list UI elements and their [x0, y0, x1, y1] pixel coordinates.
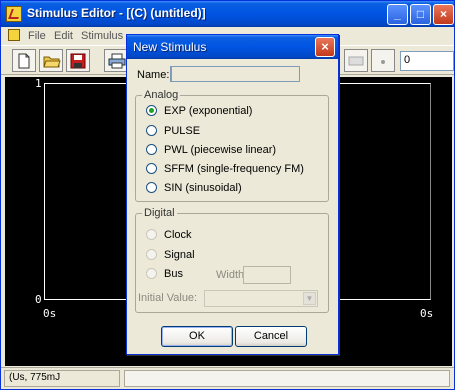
grid-icon[interactable] — [344, 49, 368, 72]
radio-icon — [146, 182, 157, 193]
dialog-title: New Stimulus — [133, 40, 207, 54]
name-input[interactable] — [170, 66, 300, 82]
chevron-down-icon[interactable]: ▼ — [303, 292, 316, 305]
y-axis-bottom-label: 0 — [35, 293, 42, 306]
digital-legend: Digital — [142, 207, 177, 219]
maximize-button[interactable]: □ — [410, 4, 431, 25]
menu-edit[interactable]: Edit — [54, 30, 73, 42]
new-stimulus-dialog: New Stimulus × Name: Analog EXP (exponen… — [126, 34, 339, 355]
width-input[interactable] — [243, 266, 291, 284]
document-icon[interactable] — [8, 29, 20, 41]
digital-group: Digital Clock Signal Bus Width: Initial … — [135, 207, 329, 313]
radio-pwl-label: PWL (piecewise linear) — [164, 144, 277, 156]
window-title: Stimulus Editor - [(C) (untitled)] — [27, 6, 206, 20]
radio-sin-label: SIN (sinusoidal) — [164, 182, 242, 194]
cancel-button[interactable]: Cancel — [235, 326, 307, 347]
analog-legend: Analog — [142, 89, 181, 101]
radio-icon — [146, 125, 157, 136]
radio-clock-label: Clock — [164, 229, 192, 241]
analog-group: Analog EXP (exponential) PULSE PWL (piec… — [135, 89, 329, 202]
initial-value-select[interactable]: ▼ — [204, 290, 318, 307]
print-icon[interactable] — [104, 49, 128, 72]
minimize-button[interactable]: _ — [387, 4, 408, 25]
dot-icon[interactable] — [371, 49, 395, 72]
close-button[interactable]: × — [433, 4, 454, 25]
ok-button[interactable]: OK — [161, 326, 233, 347]
horizontal-scrollbar[interactable] — [124, 370, 450, 387]
window-titlebar[interactable]: Stimulus Editor - [(C) (untitled)] _ □ × — [1, 1, 454, 27]
radio-exp-label: EXP (exponential) — [164, 105, 253, 117]
dialog-close-button[interactable]: × — [315, 37, 335, 57]
radio-icon — [146, 163, 157, 174]
radio-checked-icon — [146, 105, 157, 116]
zoom-field[interactable]: 0 — [400, 51, 454, 71]
menu-stimulus[interactable]: Stimulus — [81, 30, 123, 42]
radio-icon — [146, 229, 157, 240]
status-bar: (Us, 775mJ — [1, 367, 454, 389]
save-disk-icon[interactable] — [66, 49, 90, 72]
menu-file[interactable]: File — [28, 30, 46, 42]
radio-icon — [146, 268, 157, 279]
y-axis-top-label: 1 — [35, 77, 42, 90]
dialog-titlebar[interactable]: New Stimulus × — [127, 35, 338, 59]
open-folder-icon[interactable] — [39, 49, 63, 72]
status-text: (Us, 775mJ — [4, 370, 120, 387]
new-file-icon[interactable] — [12, 49, 36, 72]
radio-pulse-label: PULSE — [164, 125, 201, 137]
radio-signal-label: Signal — [164, 249, 195, 261]
radio-bus-label: Bus — [164, 268, 183, 280]
radio-icon — [146, 144, 157, 155]
app-icon — [6, 6, 22, 22]
initial-value-label: Initial Value: — [138, 292, 198, 304]
x-axis-right-label: 0s — [420, 307, 434, 320]
radio-sffm-label: SFFM (single-frequency FM) — [164, 163, 304, 175]
name-label: Name: — [137, 69, 170, 81]
x-axis-left-label: 0s — [43, 307, 57, 320]
radio-icon — [146, 249, 157, 260]
